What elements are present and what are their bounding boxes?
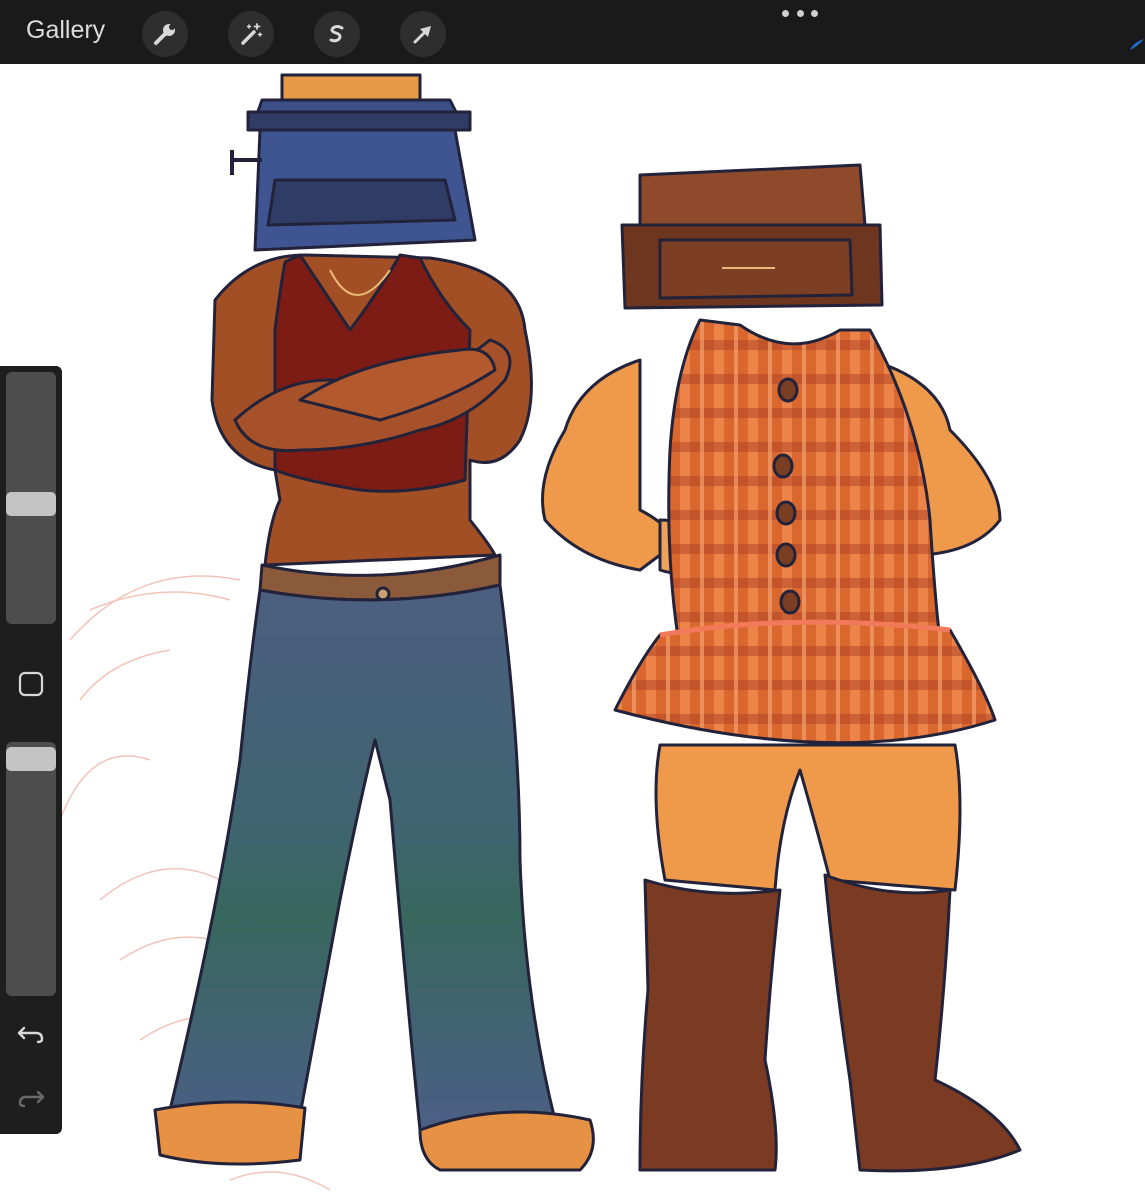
undo-icon[interactable] <box>16 1018 46 1048</box>
magic-wand-icon <box>241 23 263 45</box>
artwork <box>59 73 1022 1191</box>
color-swatch-icon[interactable] <box>1128 38 1145 52</box>
opacity-thumb[interactable] <box>6 747 56 771</box>
redo-icon[interactable] <box>16 1082 46 1112</box>
brush-size-thumb[interactable] <box>6 492 56 516</box>
top-toolbar: Gallery <box>0 0 1145 64</box>
character-typewriter <box>153 73 595 1172</box>
modify-square-icon[interactable] <box>17 670 45 698</box>
arrow-cursor-icon <box>413 26 431 44</box>
actions-button[interactable] <box>142 11 188 57</box>
selection-button[interactable] <box>314 11 360 57</box>
opacity-slider[interactable] <box>6 742 56 996</box>
more-options-icon[interactable] <box>782 10 818 20</box>
drawing-canvas[interactable] <box>0 64 1145 1200</box>
wrench-icon <box>154 24 175 45</box>
left-sidebar <box>0 366 62 1134</box>
character-box-head <box>541 163 1022 1173</box>
adjustments-button[interactable] <box>228 11 274 57</box>
gallery-button[interactable]: Gallery <box>26 16 105 45</box>
brush-size-slider[interactable] <box>6 372 56 624</box>
selection-s-icon <box>329 25 344 43</box>
transform-button[interactable] <box>400 11 446 57</box>
